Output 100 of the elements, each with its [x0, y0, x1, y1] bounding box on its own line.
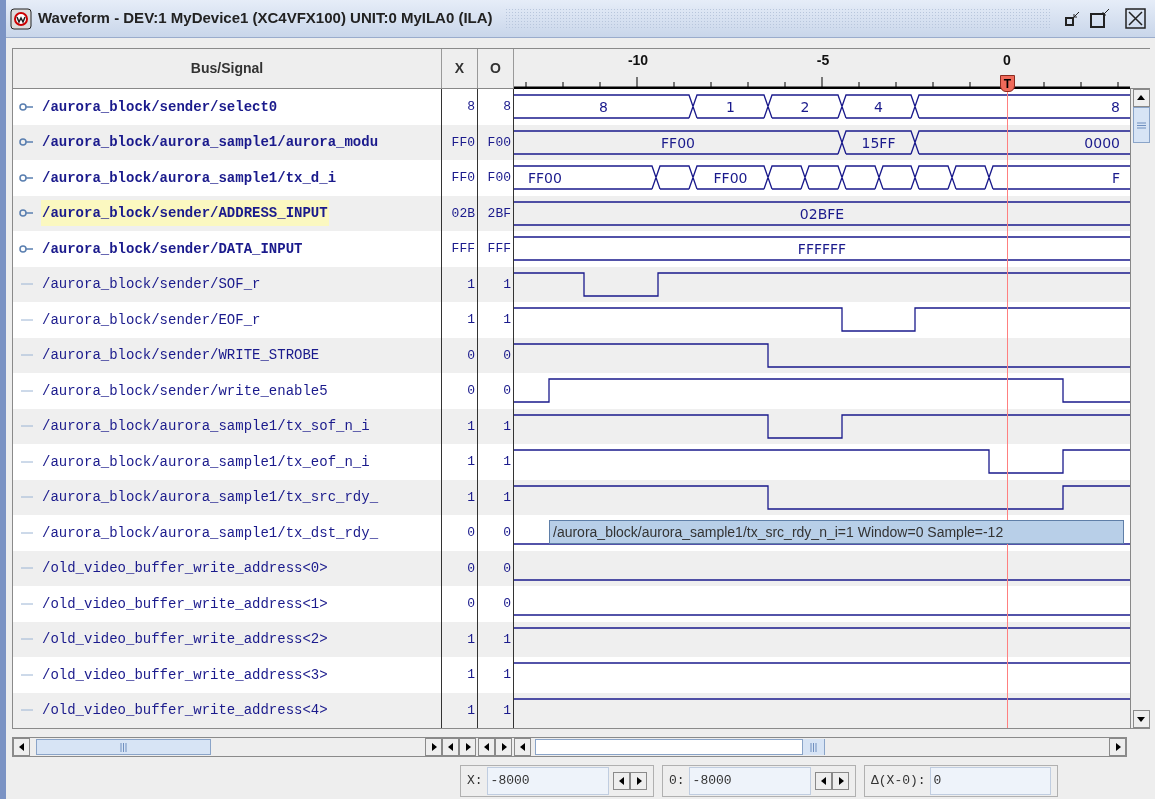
- bus-value: 0000: [1084, 134, 1120, 151]
- signal-name[interactable]: /aurora_block/sender/write_enable5: [41, 377, 329, 404]
- bus-value: 1: [726, 99, 735, 115]
- table-cell: 0: [478, 515, 514, 551]
- tree-line-icon: [19, 638, 33, 641]
- signal-name[interactable]: /old_video_buffer_write_address<4>: [41, 697, 329, 724]
- left-arrow-button[interactable]: [478, 738, 495, 756]
- bus-node-icon[interactable]: [19, 243, 33, 254]
- bus-value: F: [1111, 170, 1120, 186]
- bus-value: 4: [874, 99, 883, 115]
- left-triangle-icon: [617, 777, 626, 785]
- up-arrow-button[interactable]: [1132, 89, 1150, 107]
- left-arrow-button[interactable]: [815, 772, 832, 790]
- table-cell: 1: [442, 444, 478, 480]
- bus-value: FF00: [661, 134, 695, 151]
- left-arrow-button[interactable]: [613, 772, 630, 790]
- trigger-marker: T: [1000, 75, 1015, 92]
- time-label: -5: [816, 52, 830, 68]
- left-triangle-icon: [819, 777, 828, 785]
- column-header[interactable]: O: [478, 49, 514, 88]
- signal-name[interactable]: /aurora_block/sender/select0: [41, 93, 279, 120]
- bus-node-icon[interactable]: [19, 101, 33, 112]
- signal-name[interactable]: /aurora_block/sender/WRITE_STROBE: [41, 342, 321, 369]
- bus-node-icon[interactable]: [19, 137, 33, 148]
- signal-name[interactable]: /aurora_block/aurora_sample1/aurora_modu: [41, 129, 380, 156]
- signal-name[interactable]: /aurora_block/sender/EOF_r: [41, 306, 262, 333]
- right-arrow-button[interactable]: [459, 738, 476, 756]
- right-arrow-button[interactable]: [425, 738, 442, 756]
- bus-value: FF00: [528, 170, 562, 186]
- signal-name[interactable]: /aurora_block/aurora_sample1/tx_d_i: [41, 164, 338, 191]
- right-triangle-icon: [429, 743, 438, 751]
- table-cell: 0: [478, 586, 514, 622]
- horizontal-scrollbar[interactable]: [514, 738, 1126, 756]
- bus-value: 2: [800, 99, 810, 115]
- scrollbar-thumb[interactable]: [535, 739, 825, 755]
- signal-name[interactable]: /aurora_block/aurora_sample1/tx_sof_n_i: [41, 413, 371, 440]
- field-label: 0:: [669, 772, 685, 791]
- tree-line-icon: [19, 567, 33, 570]
- tree-line-icon: [19, 283, 33, 286]
- down-arrow-button[interactable]: [1132, 710, 1150, 728]
- right-arrow-button[interactable]: [495, 738, 512, 756]
- horizontal-scrollbar[interactable]: [13, 738, 442, 756]
- value-field[interactable]: 0: [929, 767, 1051, 795]
- bus-value: 8: [599, 99, 608, 115]
- signal-name[interactable]: /aurora_block/aurora_sample1/tx_eof_n_i: [41, 448, 371, 475]
- right-arrow-button[interactable]: [832, 772, 849, 790]
- down-triangle-icon: [1137, 715, 1145, 723]
- tree-line-icon: [19, 389, 33, 392]
- value-field[interactable]: -8000: [688, 767, 811, 795]
- time-label: -10: [627, 52, 649, 68]
- signal-name[interactable]: /aurora_block/sender/DATA_INPUT: [41, 235, 304, 262]
- signal-name[interactable]: /aurora_block/aurora_sample1/tx_src_rdy_: [41, 484, 380, 511]
- bus-node-icon[interactable]: [19, 172, 33, 183]
- bus-value: 8: [1111, 99, 1120, 115]
- table-cell: 0: [442, 515, 478, 551]
- left-arrow-button[interactable]: [442, 738, 459, 756]
- right-arrow-button[interactable]: [630, 772, 647, 790]
- bus-value: FF00: [713, 170, 748, 186]
- tree-line-icon: [19, 354, 33, 357]
- table-cell: 1: [442, 692, 478, 728]
- signal-name[interactable]: /old_video_buffer_write_address<2>: [41, 626, 329, 653]
- left-arrow-button[interactable]: [514, 738, 531, 756]
- left-triangle-icon: [446, 743, 455, 751]
- signal-name[interactable]: /aurora_block/aurora_sample1/tx_dst_rdy_: [41, 519, 380, 546]
- time-label: 0: [1003, 52, 1011, 68]
- tree-line-icon: [19, 602, 33, 605]
- right-triangle-icon: [1113, 743, 1122, 751]
- tree-line-icon: [19, 673, 33, 676]
- window-title: Waveform - DEV:1 MyDevice1 (XC4VFX100) UNIT:0 MyILA0 (ILA): [38, 8, 493, 29]
- signal-name[interactable]: /old_video_buffer_write_address<3>: [41, 661, 329, 688]
- left-triangle-icon: [17, 743, 26, 751]
- right-triangle-icon: [634, 777, 643, 785]
- left-triangle-icon: [518, 743, 527, 751]
- up-triangle-icon: [1137, 94, 1145, 102]
- maximize-icon[interactable]: [1089, 7, 1111, 30]
- scrollbar-thumb[interactable]: [36, 739, 211, 755]
- close-icon[interactable]: [1125, 7, 1147, 30]
- left-arrow-button[interactable]: [13, 738, 30, 756]
- signal-name[interactable]: /aurora_block/sender/ADDRESS_INPUT: [41, 200, 329, 227]
- signal-name[interactable]: /old_video_buffer_write_address<1>: [41, 590, 329, 617]
- column-header[interactable]: Bus/Signal: [13, 49, 442, 88]
- table-cell: FFF: [442, 231, 478, 267]
- bus-value: 02BFE: [799, 205, 845, 222]
- signal-name[interactable]: /old_video_buffer_write_address<0>: [41, 555, 329, 582]
- tree-line-icon: [19, 425, 33, 428]
- table-cell: 0: [442, 373, 478, 409]
- app-icon: [10, 7, 32, 30]
- scrollbar-thumb[interactable]: [1132, 107, 1150, 143]
- right-triangle-icon: [836, 777, 845, 785]
- table-cell: 1: [478, 657, 514, 693]
- value-field[interactable]: -8000: [486, 767, 609, 795]
- bus-node-icon[interactable]: [19, 208, 33, 219]
- column-header[interactable]: X: [442, 49, 478, 88]
- vertical-scrollbar[interactable]: [1130, 89, 1151, 728]
- tree-line-icon: [19, 460, 33, 463]
- right-arrow-button[interactable]: [1109, 738, 1126, 756]
- bus-value: 15FF: [861, 134, 896, 151]
- signal-name[interactable]: /aurora_block/sender/SOF_r: [41, 271, 262, 298]
- field-label: X:: [467, 772, 483, 791]
- tree-line-icon: [19, 318, 33, 321]
